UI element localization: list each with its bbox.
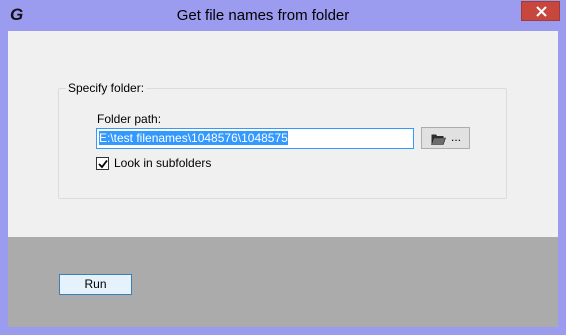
run-button[interactable]: Run — [59, 274, 132, 295]
checkmark-icon — [98, 159, 108, 169]
dialog-client-area: Specify folder: Folder path: E:\test fil… — [8, 31, 558, 327]
title-bar[interactable]: G Get file names from folder — [0, 0, 566, 31]
group-legend: Specify folder: — [66, 81, 147, 95]
browse-folder-button[interactable]: ... — [421, 127, 470, 149]
footer-panel: Run — [8, 237, 558, 327]
close-button[interactable] — [521, 1, 560, 21]
folder-path-input[interactable]: E:\test filenames\1048576\1048575 — [96, 128, 414, 149]
app-window: G Get file names from folder Specify fol… — [0, 0, 566, 335]
browse-button-label: ... — [451, 130, 462, 144]
look-in-subfolders-label[interactable]: Look in subfolders — [114, 157, 211, 170]
window-title: Get file names from folder — [176, 7, 350, 24]
look-in-subfolders-checkbox[interactable] — [96, 157, 109, 170]
close-icon — [536, 6, 547, 17]
folder-path-label: Folder path: — [97, 112, 162, 126]
folder-path-value: E:\test filenames\1048576\1048575 — [99, 131, 288, 145]
folder-open-icon — [431, 134, 446, 145]
